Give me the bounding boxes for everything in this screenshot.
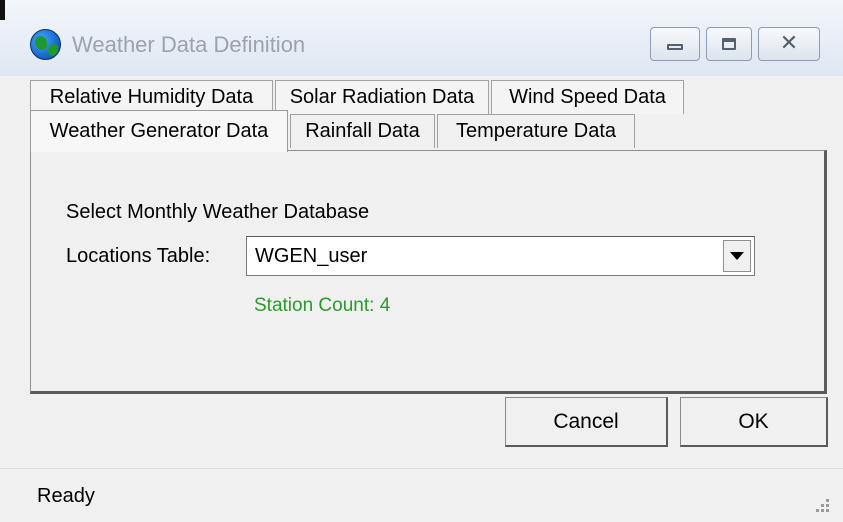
dropdown-button[interactable] [723,240,751,272]
globe-icon [30,29,61,60]
cancel-button[interactable]: Cancel [505,397,668,447]
tab-wind-speed-data[interactable]: Wind Speed Data [491,80,684,114]
weather-generator-panel: Select Monthly Weather Database Location… [30,150,827,394]
tab-weather-generator-data[interactable]: Weather Generator Data [30,110,288,152]
tab-label: Rainfall Data [305,120,420,142]
locations-table-value: WGEN_user [255,245,368,267]
resize-grip-icon[interactable] [811,494,829,512]
tab-relative-humidity-data[interactable]: Relative Humidity Data [30,80,273,114]
tab-label: Weather Generator Data [49,120,269,142]
tab-label: Solar Radiation Data [289,86,475,108]
panel-heading: Select Monthly Weather Database [66,201,370,223]
tab-rainfall-data[interactable]: Rainfall Data [290,114,435,148]
status-text: Ready [37,485,95,507]
window-frame-corner [0,0,5,20]
locations-table-select[interactable]: WGEN_user [246,236,755,276]
minimize-icon [667,44,683,50]
title-bar[interactable]: Weather Data Definition ✕ [0,0,843,76]
close-button[interactable]: ✕ [758,27,820,61]
weather-data-definition-window: Weather Data Definition ✕ Relative Humid… [0,0,843,522]
status-bar: Ready [0,468,843,522]
tab-label: Temperature Data [455,120,617,142]
station-count-label: Station Count: 4 [254,295,391,316]
minimize-button[interactable] [650,27,700,61]
close-icon: ✕ [779,31,799,56]
chevron-down-icon [730,252,744,260]
tab-label: Wind Speed Data [509,86,666,108]
maximize-icon [722,38,736,50]
tab-label: Relative Humidity Data [49,86,254,108]
window-title: Weather Data Definition [72,32,306,57]
locations-table-label: Locations Table: [66,245,211,267]
maximize-button[interactable] [706,27,752,61]
tab-solar-radiation-data[interactable]: Solar Radiation Data [275,80,489,114]
ok-button[interactable]: OK [680,397,828,447]
tab-temperature-data[interactable]: Temperature Data [437,114,635,148]
